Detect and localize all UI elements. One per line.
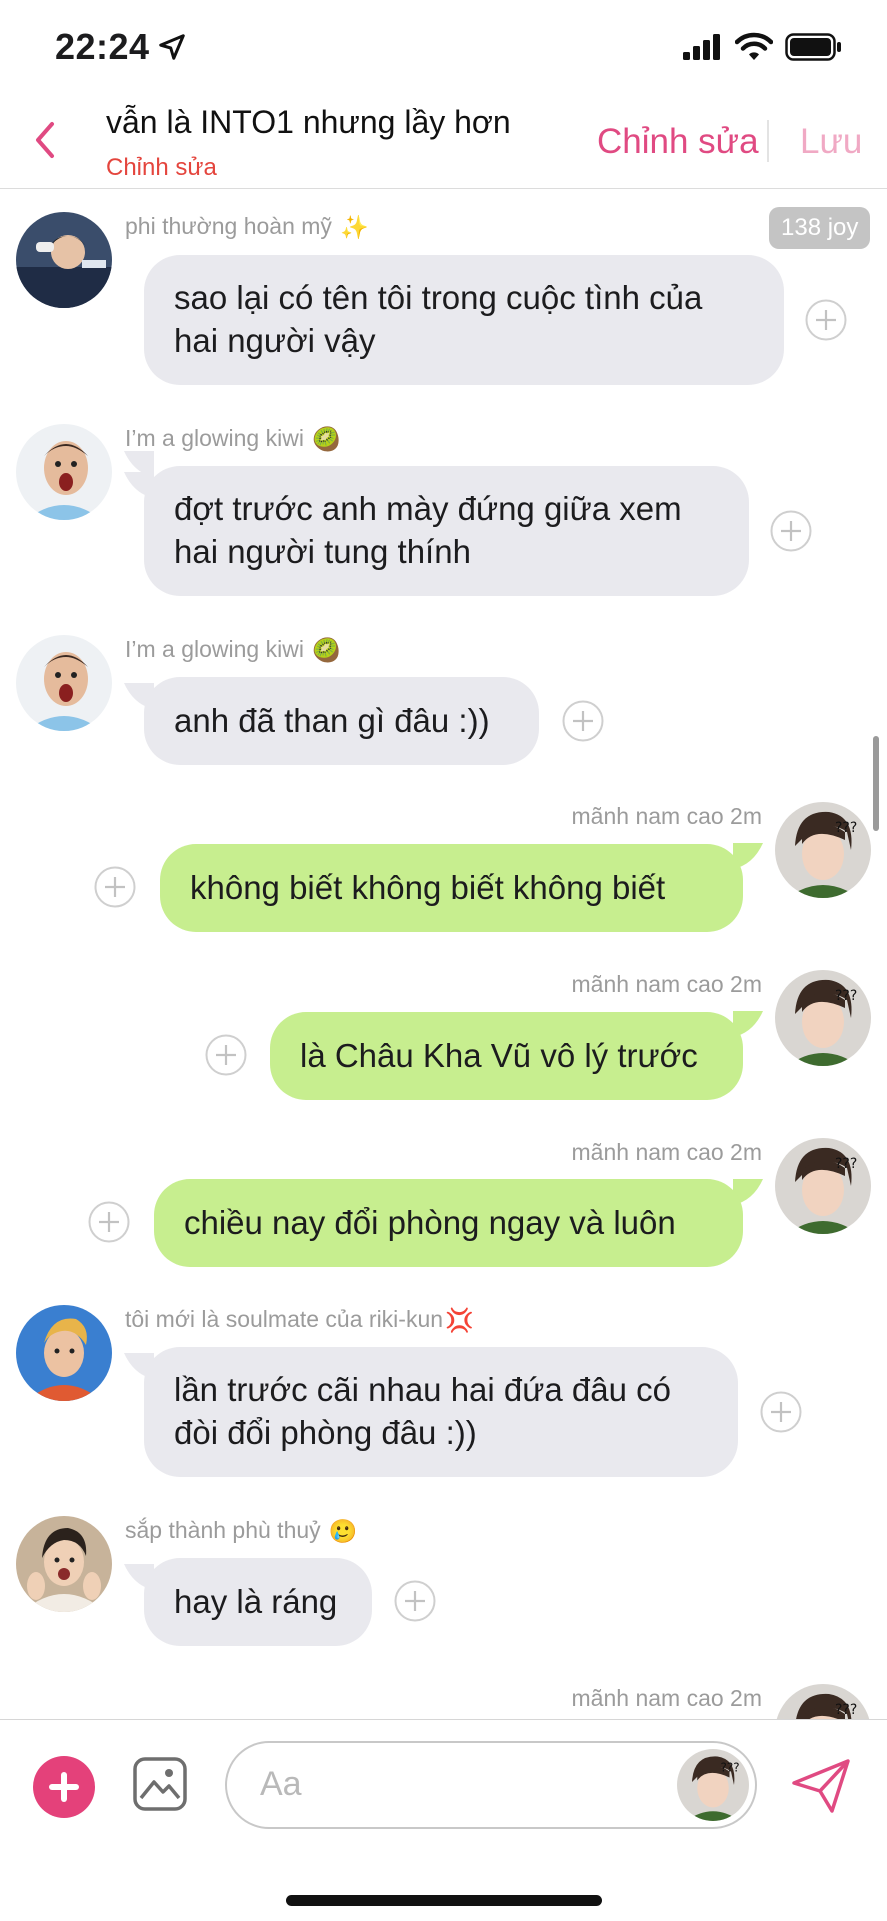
sender-name-text: mãnh nam cao: [571, 1139, 724, 1165]
chat-title[interactable]: vẫn là INTO1 nhưng lầy hơn: [106, 104, 511, 141]
header-divider: [767, 120, 769, 162]
plus-circle-icon[interactable]: [33, 1756, 95, 1818]
sparkles-icon: ✨: [339, 214, 369, 241]
home-indicator: [286, 1895, 602, 1906]
sender-name-text: I’m a glowing kiwi: [125, 425, 304, 451]
message-text-line: hai người vậy: [174, 322, 376, 359]
message-bubble[interactable]: hay là ráng: [144, 1558, 372, 1646]
wifi-icon: [735, 32, 773, 60]
save-button[interactable]: Lưu: [800, 122, 862, 162]
message-bubble[interactable]: đợt trước anh mày đứng giữa xem hai ngườ…: [144, 466, 749, 596]
sender-name-text: tôi mới là soulmate của riki-kun: [125, 1306, 444, 1332]
status-time: 22:24: [55, 26, 150, 67]
kiwi-icon: 🥝: [311, 426, 341, 453]
cellular-signal-icon: [683, 34, 720, 60]
message-time: 2m: [730, 803, 762, 829]
avatar[interactable]: ???: [775, 1138, 871, 1234]
message-bubble[interactable]: chiều nay đổi phòng ngay và luôn: [154, 1179, 743, 1267]
sender-name-text: mãnh nam cao: [571, 1685, 724, 1711]
sender-name: tôi mới là soulmate của riki-kun💢: [125, 1306, 474, 1334]
sender-name-text: sắp thành phù thuỷ: [125, 1517, 321, 1543]
message-input[interactable]: Aa ???: [225, 1741, 757, 1829]
avatar[interactable]: [16, 212, 112, 308]
message-time: 2m: [730, 1685, 762, 1711]
message-bubble[interactable]: là Châu Kha Vũ vô lý trước: [270, 1012, 743, 1100]
add-reaction-icon[interactable]: [770, 510, 812, 552]
message-meta: mãnh nam cao 2m: [572, 971, 762, 998]
message-bubble[interactable]: lần trước cãi nhau hai đứa đâu có đòi đổ…: [144, 1347, 738, 1477]
kiwi-icon: 🥝: [311, 637, 341, 664]
status-bar: 22:24: [0, 0, 887, 96]
message-text-line: hai người tung thính: [174, 533, 471, 570]
anger-symbol-icon: 💢: [445, 1307, 474, 1334]
message-input-placeholder: Aa: [260, 1765, 302, 1803]
message-time: 2m: [730, 1139, 762, 1165]
joy-badge: 138 joy: [769, 207, 871, 249]
battery-icon: [785, 33, 841, 61]
message-meta: mãnh nam cao 2m: [572, 803, 762, 830]
avatar[interactable]: ???: [775, 970, 871, 1066]
sender-name: phi thường hoàn mỹ ✨: [125, 213, 369, 241]
avatar[interactable]: ???: [775, 802, 871, 898]
message-text-line: đợt trước anh mày đứng giữa xem: [174, 490, 682, 527]
chat-header: vẫn là INTO1 nhưng lầy hơn Chỉnh sửa Chỉ…: [0, 96, 887, 189]
message-text-line: chiều nay đổi phòng ngay và luôn: [184, 1204, 676, 1241]
message-meta: mãnh nam cao 2m: [572, 1139, 762, 1166]
image-icon[interactable]: [132, 1756, 188, 1812]
sender-name-text: mãnh nam cao: [571, 803, 724, 829]
edit-button[interactable]: Chỉnh sửa: [597, 122, 759, 162]
message-text-line: là Châu Kha Vũ vô lý trước: [300, 1037, 698, 1074]
sender-name-text: mãnh nam cao: [571, 971, 724, 997]
message-bubble[interactable]: sao lại có tên tôi trong cuộc tình của h…: [144, 255, 784, 385]
sender-name: I’m a glowing kiwi 🥝: [125, 636, 341, 664]
scrollbar[interactable]: [873, 736, 879, 831]
add-reaction-icon[interactable]: [562, 700, 604, 742]
svg-text:???: ???: [835, 1156, 857, 1172]
avatar[interactable]: ???: [775, 1684, 871, 1719]
message-text-line: đòi đổi phòng đâu :)): [174, 1414, 477, 1451]
svg-text:???: ???: [835, 1702, 857, 1718]
message-text-line: lần trước cãi nhau hai đứa đâu có: [174, 1371, 671, 1408]
smiling-tear-icon: 🥲: [328, 1518, 358, 1545]
message-meta: mãnh nam cao 2m: [572, 1685, 762, 1712]
back-chevron-icon[interactable]: [30, 118, 62, 162]
sender-name: sắp thành phù thuỷ 🥲: [125, 1517, 357, 1545]
message-text-line: không biết không biết không biết: [190, 869, 666, 906]
add-reaction-icon[interactable]: [88, 1201, 130, 1243]
message-time: 2m: [730, 971, 762, 997]
avatar[interactable]: [16, 1516, 112, 1612]
svg-text:???: ???: [835, 988, 857, 1004]
sender-name-text: I’m a glowing kiwi: [125, 636, 304, 662]
add-reaction-icon[interactable]: [760, 1391, 802, 1433]
location-arrow-icon: [159, 34, 185, 60]
add-reaction-icon[interactable]: [394, 1580, 436, 1622]
message-list[interactable]: 138 joy phi thường hoàn mỹ ✨ sao lại có t…: [0, 189, 887, 1719]
message-bubble[interactable]: anh đã than gì đâu :)): [144, 677, 539, 765]
message-text-line: sao lại có tên tôi trong cuộc tình của: [174, 279, 703, 316]
message-bubble[interactable]: không biết không biết không biết: [160, 844, 743, 932]
avatar[interactable]: [16, 1305, 112, 1401]
sender-name-text: phi thường hoàn mỹ: [125, 213, 332, 239]
svg-text:???: ???: [835, 820, 857, 836]
message-text-line: anh đã than gì đâu :)): [174, 702, 490, 739]
sender-name: I’m a glowing kiwi 🥝: [125, 425, 341, 453]
svg-text:???: ???: [721, 1761, 740, 1775]
message-text-line: hay là ráng: [174, 1583, 338, 1620]
send-icon[interactable]: [790, 1755, 852, 1817]
add-reaction-icon[interactable]: [805, 299, 847, 341]
message-composer: Aa ???: [0, 1719, 887, 1921]
avatar[interactable]: [16, 635, 112, 731]
chat-subtitle-edit[interactable]: Chỉnh sửa: [106, 154, 217, 182]
add-reaction-icon[interactable]: [205, 1034, 247, 1076]
character-avatar-button[interactable]: ???: [677, 1749, 749, 1821]
add-reaction-icon[interactable]: [94, 866, 136, 908]
avatar[interactable]: [16, 424, 112, 520]
